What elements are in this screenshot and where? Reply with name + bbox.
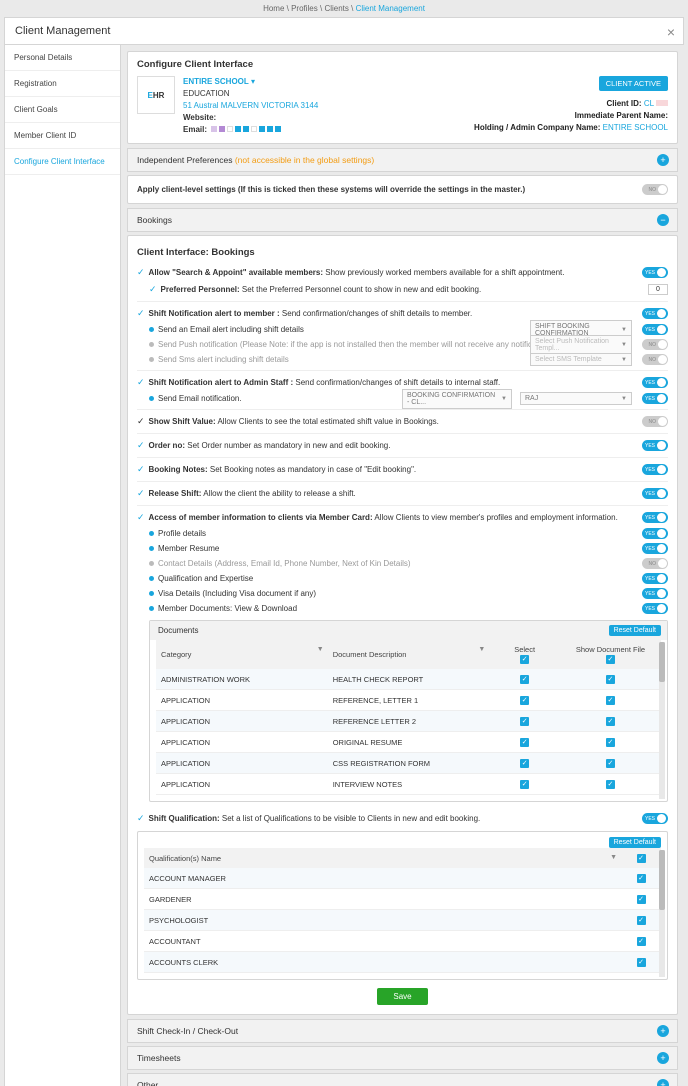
client-meta: Client ID: CL Immediate Parent Name: Hol… [474, 98, 668, 134]
select-all-checkbox[interactable]: ✓ [520, 655, 529, 664]
row-show-checkbox[interactable]: ✓ [606, 717, 615, 726]
table-row: APPLICATIONCSS REGISTRATION FORM✓✓ [156, 753, 661, 774]
independent-prefs-bar[interactable]: Independent Preferences (not accessible … [127, 148, 678, 172]
filter-icon[interactable]: ▼ [478, 646, 485, 653]
release-shift-toggle[interactable]: YES [642, 488, 668, 499]
email-alert-toggle[interactable]: YES [642, 324, 668, 335]
client-logo: EHR [137, 76, 175, 114]
table-row: APPLICATIONORIGINAL RESUME✓✓ [156, 732, 661, 753]
documents-panel: DocumentsReset Default Category▼ Documen… [149, 620, 668, 802]
qual-checkbox[interactable]: ✓ [637, 958, 646, 967]
mc-contact-toggle[interactable]: NO [642, 558, 668, 569]
row-show-checkbox[interactable]: ✓ [606, 759, 615, 768]
table-row: ACCOUNT MANAGER✓ [144, 868, 661, 889]
expand-icon[interactable]: + [657, 1025, 669, 1037]
table-row: PSYCHOLOGIST✓ [144, 910, 661, 931]
member-notif-toggle[interactable]: YES [642, 308, 668, 319]
close-icon[interactable]: × [667, 24, 675, 40]
expand-icon[interactable]: + [657, 154, 669, 166]
sidebar-item-configure[interactable]: Configure Client Interface [5, 149, 120, 175]
sidebar: Personal Details Registration Client Goa… [4, 45, 121, 1086]
page-title: Client Management [15, 25, 673, 37]
order-no-toggle[interactable]: YES [642, 440, 668, 451]
save-button[interactable]: Save [377, 988, 427, 1005]
expand-icon[interactable]: + [657, 1079, 669, 1086]
table-row: ACCOUNTANT✓ [144, 931, 661, 952]
scrollbar[interactable] [659, 850, 665, 977]
table-row: APPLICATIONINTERVIEW NOTES✓✓ [156, 774, 661, 795]
qual-all-checkbox[interactable]: ✓ [637, 854, 646, 863]
sms-template-select: Select SMS Template▼ [530, 353, 632, 366]
mc-profile-toggle[interactable]: YES [642, 528, 668, 539]
sidebar-item-goals[interactable]: Client Goals [5, 97, 120, 123]
push-toggle[interactable]: NO [642, 339, 668, 350]
scrollbar[interactable] [659, 642, 665, 799]
apply-client-level-row: Apply client-level settings (If this is … [137, 182, 668, 197]
table-row: GARDENER✓ [144, 889, 661, 910]
member-card-toggle[interactable]: YES [642, 512, 668, 523]
bookings-bar[interactable]: Bookings − [127, 208, 678, 232]
search-appoint-toggle[interactable]: YES [642, 267, 668, 278]
row-select-checkbox[interactable]: ✓ [520, 738, 529, 747]
admin-template-select[interactable]: BOOKING CONFIRMATION - CL...▼ [402, 389, 512, 409]
docs-reset-button[interactable]: Reset Default [609, 625, 661, 636]
pref-personnel-input[interactable]: 0 [648, 284, 668, 295]
table-row: APPLICATIONREFERENCE, LETTER 1✓✓ [156, 690, 661, 711]
filter-icon[interactable]: ▼ [610, 854, 617, 861]
collapse-icon[interactable]: − [657, 214, 669, 226]
qualifications-table: Qualification(s) Name▼ ✓ ACCOUNT MANAGER… [144, 848, 661, 973]
qual-checkbox[interactable]: ✓ [637, 895, 646, 904]
other-bar[interactable]: Other+ [127, 1073, 678, 1086]
qualifications-panel: Reset Default Qualification(s) Name▼ ✓ A… [137, 831, 668, 980]
apply-toggle[interactable]: NO [642, 184, 668, 195]
row-show-checkbox[interactable]: ✓ [606, 696, 615, 705]
chevron-down-icon[interactable]: ▾ [251, 77, 255, 86]
row-show-checkbox[interactable]: ✓ [606, 738, 615, 747]
admin-notif-toggle[interactable]: YES [642, 377, 668, 388]
row-select-checkbox[interactable]: ✓ [520, 780, 529, 789]
client-header-card: Configure Client Interface EHR ENTIRE SC… [127, 51, 678, 144]
row-show-checkbox[interactable]: ✓ [606, 675, 615, 684]
check-icon[interactable]: ✓ [137, 267, 145, 278]
qual-checkbox[interactable]: ✓ [637, 916, 646, 925]
row-select-checkbox[interactable]: ✓ [520, 759, 529, 768]
client-name[interactable]: ENTIRE SCHOOL [183, 77, 249, 86]
table-row: ADMINISTRATION WORKHEALTH CHECK REPORT✓✓ [156, 669, 661, 690]
mc-qual-toggle[interactable]: YES [642, 573, 668, 584]
row-select-checkbox[interactable]: ✓ [520, 675, 529, 684]
mc-docs-toggle[interactable]: YES [642, 603, 668, 614]
qual-checkbox[interactable]: ✓ [637, 937, 646, 946]
admin-staff-select[interactable]: RAJ▼ [520, 392, 632, 405]
admin-email-toggle[interactable]: YES [642, 393, 668, 404]
breadcrumb-current[interactable]: Client Management [356, 4, 425, 13]
table-row: ACCOUNTS CLERK✓ [144, 952, 661, 973]
documents-table: Category▼ Document Description▼ Select✓ … [156, 640, 661, 795]
timesheets-bar[interactable]: Timesheets+ [127, 1046, 678, 1070]
sms-toggle[interactable]: NO [642, 354, 668, 365]
row-show-checkbox[interactable]: ✓ [606, 780, 615, 789]
table-row: APPLICATIONREFERENCE LETTER 2✓✓ [156, 711, 661, 732]
show-shift-toggle[interactable]: NO [642, 416, 668, 427]
mc-visa-toggle[interactable]: YES [642, 588, 668, 599]
sidebar-item-registration[interactable]: Registration [5, 71, 120, 97]
sidebar-item-personal[interactable]: Personal Details [5, 45, 120, 71]
page-header: Client Management × [4, 17, 684, 45]
config-title: Configure Client Interface [137, 59, 668, 70]
show-all-checkbox[interactable]: ✓ [606, 655, 615, 664]
client-status-badge[interactable]: CLIENT ACTIVE [599, 76, 668, 91]
checkin-bar[interactable]: Shift Check-In / Check-Out+ [127, 1019, 678, 1043]
expand-icon[interactable]: + [657, 1052, 669, 1064]
breadcrumb: Home \ Profiles \ Clients \ Client Manag… [0, 0, 688, 17]
quals-reset-button[interactable]: Reset Default [609, 837, 661, 848]
booking-notes-toggle[interactable]: YES [642, 464, 668, 475]
mc-resume-toggle[interactable]: YES [642, 543, 668, 554]
sidebar-item-member-id[interactable]: Member Client ID [5, 123, 120, 149]
filter-icon[interactable]: ▼ [317, 646, 324, 653]
qual-checkbox[interactable]: ✓ [637, 874, 646, 883]
shift-qual-toggle[interactable]: YES [642, 813, 668, 824]
bookings-title: Client Interface: Bookings [137, 247, 668, 258]
row-select-checkbox[interactable]: ✓ [520, 696, 529, 705]
row-select-checkbox[interactable]: ✓ [520, 717, 529, 726]
